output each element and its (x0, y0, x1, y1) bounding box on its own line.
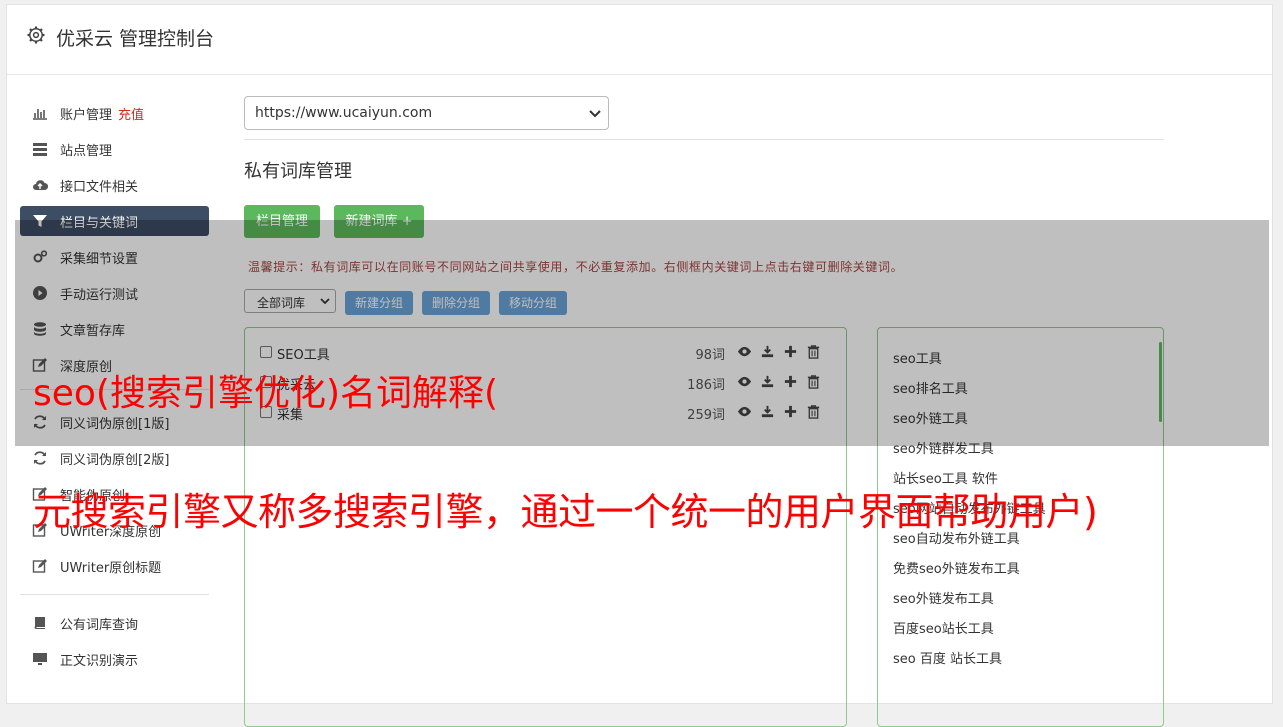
header: 优采云 管理控制台 (7, 5, 1272, 75)
sidebar-item-label: 公有词库查询 (60, 618, 139, 633)
site-select[interactable]: https://www.ucaiyun.com (244, 96, 609, 130)
recharge-link[interactable]: 充值 (118, 108, 144, 123)
page-title: 优采云 管理控制台 (56, 28, 215, 50)
sidebar-item-uwriter-title[interactable]: UWriter原创标题 (20, 551, 209, 581)
book-icon (34, 617, 45, 629)
keyword-item[interactable]: seo 百度 站长工具 (893, 648, 1002, 667)
chevron-down-icon (589, 110, 601, 118)
bar-chart-icon (33, 109, 47, 120)
sidebar-item-account[interactable]: 账户管理 充值 (20, 98, 209, 128)
sidebar-item-label: 正文识别演示 (60, 654, 139, 669)
keyword-item[interactable]: 百度seo站长工具 (893, 618, 994, 637)
overlay-headline: seo(搜索引擎优化)名词解释( (33, 373, 499, 414)
refresh-icon (34, 451, 46, 465)
keyword-item[interactable]: 免费seo外链发布工具 (893, 558, 1020, 577)
gear-icon (27, 26, 45, 44)
cloud-upload-icon (33, 180, 48, 191)
section-title: 私有词库管理 (244, 161, 352, 182)
sidebar-item-sites[interactable]: 站点管理 (20, 134, 209, 164)
server-list-icon (33, 143, 47, 156)
sidebar-item-label: 接口文件相关 (60, 180, 139, 195)
sidebar-item-label: 同义词伪原创[2版] (60, 453, 170, 468)
sidebar-item-synonym-v2[interactable]: 同义词伪原创[2版] (20, 443, 209, 473)
sidebar-item-label: 站点管理 (60, 144, 113, 159)
divider (244, 139, 1164, 140)
monitor-icon (33, 653, 47, 665)
sidebar-divider (20, 594, 209, 595)
edit-icon (32, 559, 47, 573)
keyword-item[interactable]: seo外链发布工具 (893, 588, 994, 607)
sidebar-item-interface-files[interactable]: 接口文件相关 (20, 170, 209, 200)
overlay-subline: 元搜索引擎又称多搜索引擎，通过一个统一的用户界面帮助用户) (33, 490, 1098, 534)
sidebar-item-label: 账户管理 (60, 108, 113, 123)
sidebar-item-public-library[interactable]: 公有词库查询 (20, 608, 209, 638)
sidebar-item-label: UWriter原创标题 (60, 561, 162, 576)
site-select-value: https://www.ucaiyun.com (255, 105, 433, 121)
sidebar-item-text-recognition[interactable]: 正文识别演示 (20, 644, 209, 674)
